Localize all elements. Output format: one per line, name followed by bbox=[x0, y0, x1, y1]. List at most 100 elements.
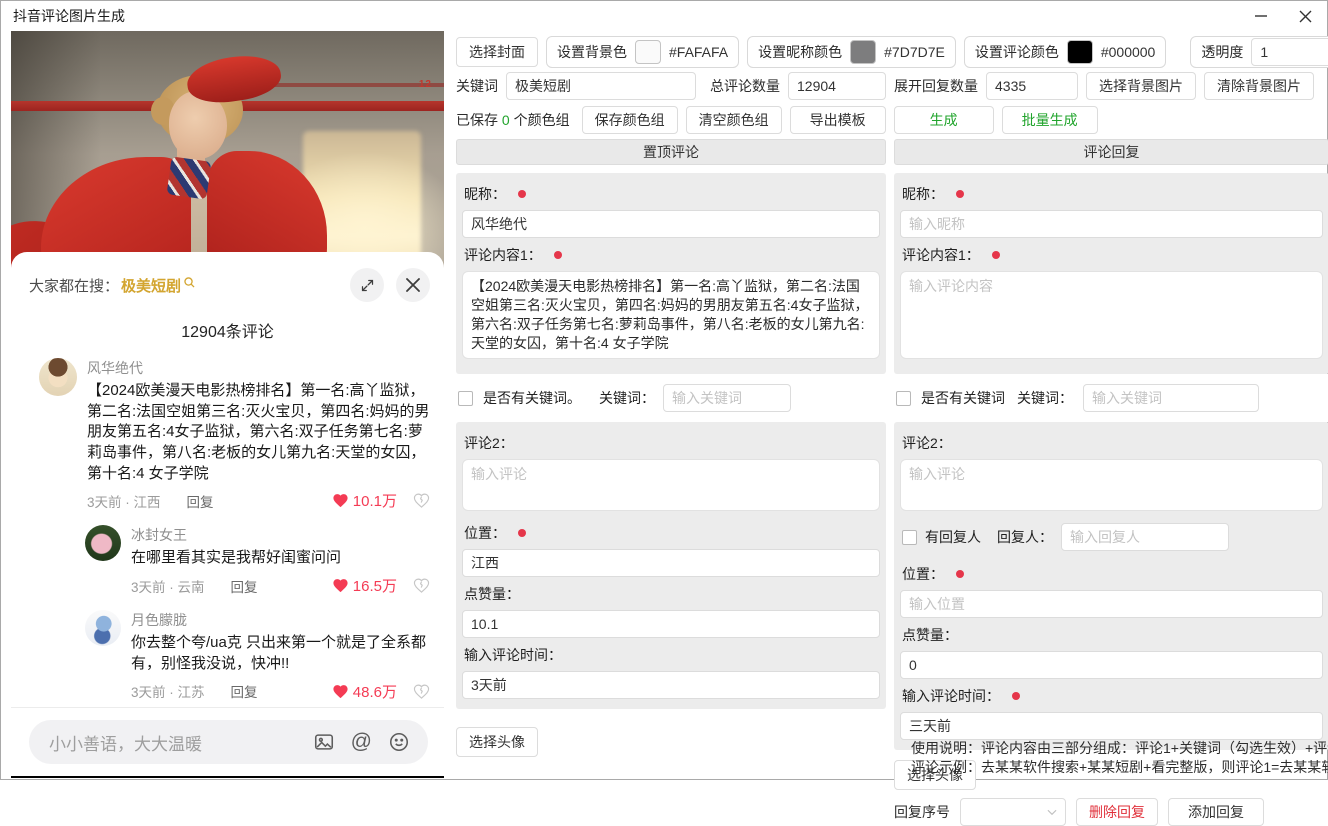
generate-button[interactable]: 生成 bbox=[893, 106, 994, 134]
avatar[interactable] bbox=[85, 525, 121, 562]
image-icon[interactable] bbox=[313, 731, 335, 753]
expand-icon bbox=[361, 279, 373, 291]
total-comments-label: 总评论数量 bbox=[710, 78, 780, 94]
heart-icon[interactable] bbox=[332, 492, 349, 509]
saved-count: 0 bbox=[501, 112, 510, 128]
control-panel: 选择封面 设置背景色 #FAFAFA 设置昵称颜色 #7D7D7E 设置评论颜色… bbox=[456, 1, 1328, 826]
required-dot-icon bbox=[956, 570, 964, 578]
bg-color-group[interactable]: 设置背景色 #FAFAFA bbox=[546, 36, 740, 68]
reply-index-select[interactable] bbox=[960, 798, 1066, 826]
nick-color-group[interactable]: 设置昵称颜色 #7D7D7E bbox=[747, 36, 956, 68]
export-template-button[interactable]: 导出模板 bbox=[789, 106, 886, 134]
keyword-input[interactable] bbox=[506, 72, 696, 100]
pinned-time-input[interactable] bbox=[462, 671, 880, 699]
delete-reply-button[interactable]: 删除回复 bbox=[1076, 798, 1158, 826]
at-mention-icon[interactable]: @ bbox=[351, 730, 372, 754]
has-keyword-checkbox[interactable] bbox=[896, 390, 911, 406]
attendant-hat bbox=[184, 50, 284, 108]
pinned-content1-textarea[interactable]: 【2024欧美漫天电影热榜排名】第一名:高丫监狱，第二名:法国空姐第三名:灭火宝… bbox=[462, 271, 880, 359]
pinned-keyword-input[interactable] bbox=[663, 384, 791, 412]
comment-color-hex: #000000 bbox=[1100, 44, 1156, 60]
saved-suffix: 个颜色组 bbox=[513, 112, 570, 128]
heart-icon[interactable] bbox=[332, 577, 349, 594]
content1-label: 评论内容1： bbox=[464, 247, 542, 263]
reply-comment-row: 月色朦胧 你去整个夸/ua克 只出来第一个就是了全系都有，别怪我没说，快冲!! … bbox=[39, 610, 430, 701]
save-colors-button[interactable]: 保存颜色组 bbox=[581, 106, 678, 134]
reply-link[interactable]: 回复 bbox=[231, 576, 258, 596]
like-count: 48.6万 bbox=[352, 683, 397, 701]
like-count: 10.1万 bbox=[352, 493, 397, 511]
emoji-icon[interactable] bbox=[388, 731, 410, 753]
dislike-heart-icon[interactable] bbox=[413, 492, 430, 509]
chevron-down-icon bbox=[1047, 809, 1057, 816]
batch-generate-button[interactable]: 批量生成 bbox=[1001, 106, 1098, 134]
pinned-nick-input[interactable] bbox=[462, 210, 880, 238]
reply-form: 评论回复 昵称： 评论内容1： 是否有关键词 关键词： 评论2： bbox=[894, 139, 1328, 826]
seat-row-marker: 12 bbox=[418, 79, 432, 90]
bg-color-swatch[interactable] bbox=[635, 40, 661, 64]
search-keyword[interactable]: 极美短剧 bbox=[121, 275, 181, 296]
dislike-heart-icon[interactable] bbox=[413, 683, 430, 700]
clear-bg-image-button[interactable]: 清除背景图片 bbox=[1204, 72, 1314, 100]
comment-input[interactable]: 小小善语，大大温暖 @ bbox=[29, 720, 428, 764]
time-label: 输入评论时间： bbox=[464, 647, 562, 663]
expand-preview-button[interactable] bbox=[350, 268, 384, 302]
comment-meta: 3天前 · 江西 bbox=[87, 494, 161, 510]
avatar[interactable] bbox=[39, 358, 77, 396]
reply-index-label: 回复序号 bbox=[894, 804, 950, 820]
pinned-content2-textarea[interactable] bbox=[462, 459, 880, 511]
comment-meta: 3天前 · 江苏 bbox=[131, 685, 205, 700]
bg-color-label: 设置背景色 bbox=[557, 44, 627, 60]
pinned-select-avatar-button[interactable]: 选择头像 bbox=[456, 727, 538, 757]
usage-notes: 使用说明：评论内容由三部分组成：评论1+关键词（勾选生效）+评论2(无关键词时可… bbox=[911, 739, 1328, 777]
nick-color-swatch[interactable] bbox=[850, 40, 877, 64]
search-prefix: 大家都在搜： bbox=[29, 277, 120, 295]
reply-comment-row: 冰封女王 在哪里看其实是我帮好闺蜜问问 3天前 · 云南 回复 16.5万 bbox=[39, 525, 430, 596]
comment-username[interactable]: 冰封女王 bbox=[131, 525, 430, 545]
pinned-likes-input[interactable] bbox=[462, 610, 880, 638]
expand-replies-label: 展开回复数量 bbox=[894, 78, 978, 94]
likes-label: 点赞量： bbox=[902, 627, 958, 643]
reply-location-input[interactable] bbox=[900, 590, 1323, 618]
nick-label: 昵称： bbox=[464, 186, 506, 202]
replyto-input[interactable] bbox=[1061, 523, 1229, 551]
has-keyword-label: 是否有关键词 bbox=[921, 390, 1005, 406]
expand-replies-input[interactable] bbox=[986, 72, 1078, 100]
required-dot-icon bbox=[991, 251, 1000, 259]
reply-keyword-input[interactable] bbox=[1083, 384, 1259, 412]
total-comments-input[interactable] bbox=[788, 72, 886, 100]
dislike-heart-icon[interactable] bbox=[413, 577, 430, 594]
usage-line1: 使用说明：评论内容由三部分组成：评论1+关键词（勾选生效）+评论2(无关键词时可… bbox=[911, 740, 1328, 756]
reply-link[interactable]: 回复 bbox=[231, 681, 258, 701]
avatar[interactable] bbox=[85, 610, 121, 647]
comments-list: 风华绝代 【2024欧美漫天电影热榜排名】第一名:高丫监狱，第二名:法国空姐第三… bbox=[11, 354, 444, 707]
like-count: 16.5万 bbox=[352, 578, 397, 596]
opacity-input[interactable] bbox=[1251, 38, 1328, 66]
reply-link[interactable]: 回复 bbox=[187, 491, 214, 511]
reply-content2-textarea[interactable] bbox=[900, 459, 1323, 511]
has-keyword-checkbox[interactable] bbox=[458, 390, 473, 406]
likes-label: 点赞量： bbox=[464, 586, 520, 602]
pinned-location-input[interactable] bbox=[462, 549, 880, 577]
has-replyto-checkbox[interactable] bbox=[902, 529, 917, 545]
search-row: 大家都在搜： 极美短剧 bbox=[11, 252, 444, 308]
comment-count: 12904条评论 bbox=[181, 324, 274, 341]
reply-likes-input[interactable] bbox=[900, 651, 1323, 679]
comment-username[interactable]: 风华绝代 bbox=[87, 358, 430, 378]
comment-input-area: 小小善语，大大温暖 @ bbox=[11, 707, 444, 776]
reply-nick-input[interactable] bbox=[900, 210, 1323, 238]
add-reply-button[interactable]: 添加回复 bbox=[1168, 798, 1264, 826]
keyword-label: 关键词 bbox=[456, 78, 498, 94]
clear-colors-button[interactable]: 清空颜色组 bbox=[685, 106, 782, 134]
heart-icon[interactable] bbox=[332, 683, 349, 700]
required-dot-icon bbox=[518, 190, 526, 198]
keyword-label: 关键词： bbox=[599, 390, 655, 406]
close-preview-button[interactable] bbox=[396, 268, 430, 302]
comment-color-swatch[interactable] bbox=[1066, 40, 1093, 64]
comment-username[interactable]: 月色朦胧 bbox=[131, 610, 430, 630]
select-cover-button[interactable]: 选择封面 bbox=[456, 37, 538, 67]
reply-content1-textarea[interactable] bbox=[900, 271, 1323, 359]
comment-color-group[interactable]: 设置评论颜色 #000000 bbox=[963, 36, 1167, 68]
reply-time-input[interactable] bbox=[900, 712, 1323, 740]
select-bg-image-button[interactable]: 选择背景图片 bbox=[1086, 72, 1196, 100]
